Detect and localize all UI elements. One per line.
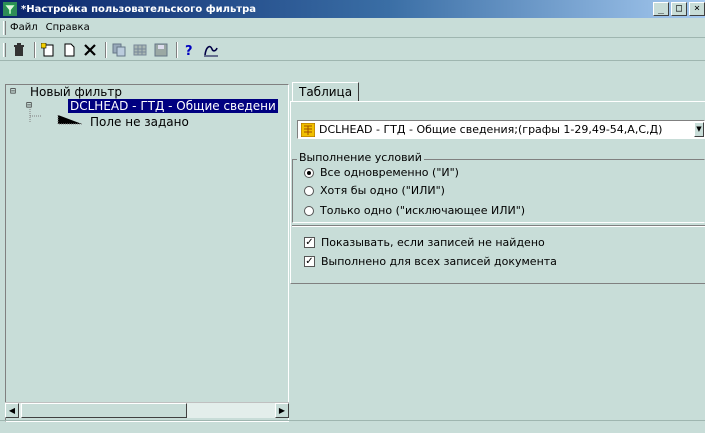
check-all-records[interactable]: ✓ Выполнено для всех записей документа [304, 255, 557, 268]
radio-exclusive[interactable]: Только одно ("исключающее ИЛИ") [304, 204, 525, 217]
filter-app-icon [3, 2, 17, 16]
title-bar: *Настройка пользовательского фильтра _ □… [0, 0, 705, 18]
check-show-if-empty[interactable]: ✓ Показывать, если записей не найдено [304, 236, 545, 249]
menu-help[interactable]: Справка [46, 22, 90, 33]
scroll-thumb[interactable] [21, 403, 187, 418]
chevron-down-icon[interactable]: ▼ [694, 122, 704, 137]
status-bar [0, 420, 705, 433]
menu-grip [3, 20, 6, 35]
radio-any[interactable]: Хотя бы одно ("ИЛИ") [304, 184, 445, 197]
toolbar: ? [0, 39, 705, 61]
menu-bar: Файл Справка [0, 18, 705, 38]
tree-node-dclhead[interactable]: DCLHEAD - ГТД - Общие сведени [68, 99, 278, 113]
radio-button[interactable] [304, 185, 314, 196]
tree-connector-icon [57, 115, 82, 125]
scroll-left-button[interactable]: ◀ [5, 403, 19, 418]
check-all-records-label: Выполнено для всех записей документа [321, 255, 557, 268]
table-select[interactable]: DCLHEAD - ГТД - Общие сведения;(графы 1-… [297, 120, 705, 139]
tree-connector-icon [29, 107, 42, 123]
section-divider [292, 225, 705, 227]
help-icon[interactable]: ? [181, 41, 199, 59]
svg-text:?: ? [185, 44, 193, 57]
save-icon[interactable] [152, 41, 170, 59]
radio-exclusive-label: Только одно ("исключающее ИЛИ") [320, 204, 526, 217]
table-icon [301, 122, 315, 137]
radio-button-checked[interactable] [304, 167, 314, 178]
copy-icon[interactable] [110, 41, 128, 59]
close-button[interactable]: × [689, 2, 705, 16]
menu-file[interactable]: Файл [10, 22, 38, 33]
tree-node-field[interactable]: Поле не задано [90, 115, 189, 129]
new-child-icon[interactable] [39, 41, 57, 59]
checkbox-checked[interactable]: ✓ [304, 237, 315, 248]
checkbox-checked[interactable]: ✓ [304, 256, 315, 267]
radio-all[interactable]: Все одновременно ("И") [304, 166, 459, 179]
radio-any-label: Хотя бы одно ("ИЛИ") [320, 184, 445, 197]
check-show-if-empty-label: Показывать, если записей не найдено [321, 236, 545, 249]
toolbar-grip [3, 42, 6, 57]
radio-all-label: Все одновременно ("И") [320, 166, 459, 179]
radio-button[interactable] [304, 205, 314, 216]
table-select-value: DCLHEAD - ГТД - Общие сведения;(графы 1-… [319, 123, 663, 136]
toolbar-separator [34, 41, 36, 58]
toolbar-separator [105, 41, 107, 58]
delete-x-icon[interactable] [81, 41, 99, 59]
grid-icon[interactable] [131, 41, 149, 59]
info-icon[interactable] [202, 41, 220, 59]
trash-icon[interactable] [10, 41, 28, 59]
toolbar-separator [176, 41, 178, 58]
filter-tree[interactable]: ⊟ Новый фильтр ⊟ DCLHEAD - ГТД - Общие с… [5, 84, 289, 422]
tab-table[interactable]: Таблица [292, 82, 360, 102]
window-title: *Настройка пользовательского фильтра [21, 3, 256, 15]
minimize-button[interactable]: _ [653, 2, 669, 16]
tree-hscrollbar[interactable]: ◀ ▶ [5, 402, 289, 418]
scroll-right-button[interactable]: ▶ [275, 403, 289, 418]
tree-root[interactable]: Новый фильтр [30, 85, 122, 99]
new-icon[interactable] [60, 41, 78, 59]
maximize-button[interactable]: □ [671, 2, 687, 16]
collapse-root-icon[interactable]: ⊟ [10, 86, 16, 97]
conditions-group-label: Выполнение условий [297, 151, 424, 164]
